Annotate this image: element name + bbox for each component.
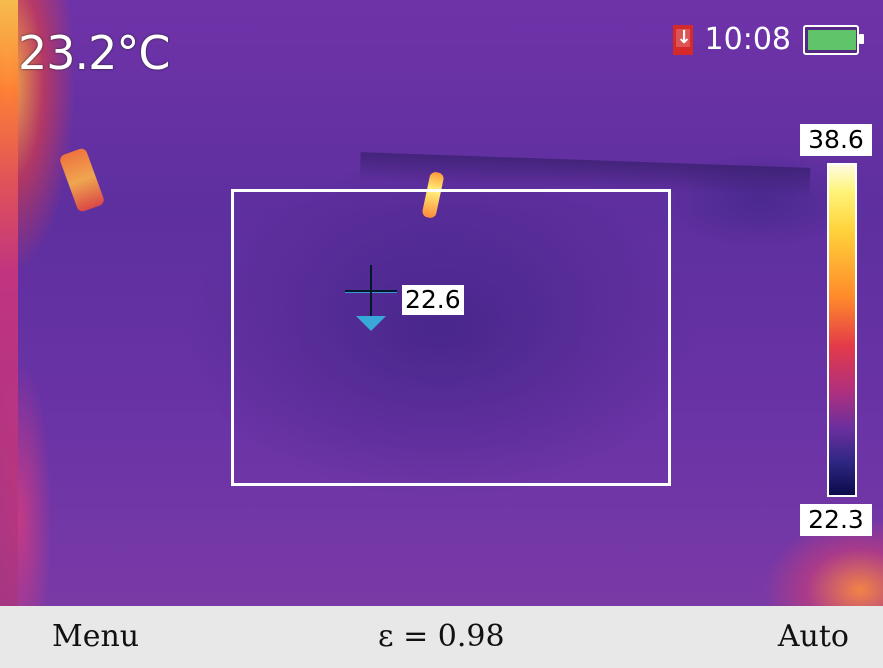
auto-range-softkey[interactable]: Auto (778, 620, 849, 654)
emissivity-softkey[interactable]: ε = 0.98 (378, 620, 505, 654)
spot-temperature-label: 22.6 (402, 285, 464, 315)
menu-softkey[interactable]: Menu (52, 620, 139, 654)
scale-max-label: 38.6 (800, 124, 872, 156)
clock: 10:08 (704, 22, 791, 57)
scale-min-label: 22.3 (800, 504, 872, 536)
battery-level (808, 30, 856, 50)
measurement-area-box[interactable] (231, 189, 671, 486)
thermal-camera-screen: 23.2°C 10:08 22.6 38.6 22.3 Menu ε = 0.9… (0, 0, 883, 668)
crosshair-icon (345, 265, 397, 317)
crosshair-line (370, 265, 372, 317)
color-scale-bar (827, 163, 857, 497)
sd-card-record-icon (672, 25, 693, 55)
min-temp-marker-icon (356, 316, 386, 331)
softkey-bar: Menu ε = 0.98 Auto (0, 606, 883, 668)
center-temperature: 23.2°C (18, 26, 171, 80)
thermal-hot-spot (58, 147, 106, 213)
status-bar: 10:08 (672, 22, 864, 57)
battery-full-icon (803, 25, 864, 55)
thermal-hot-edge (0, 0, 18, 606)
